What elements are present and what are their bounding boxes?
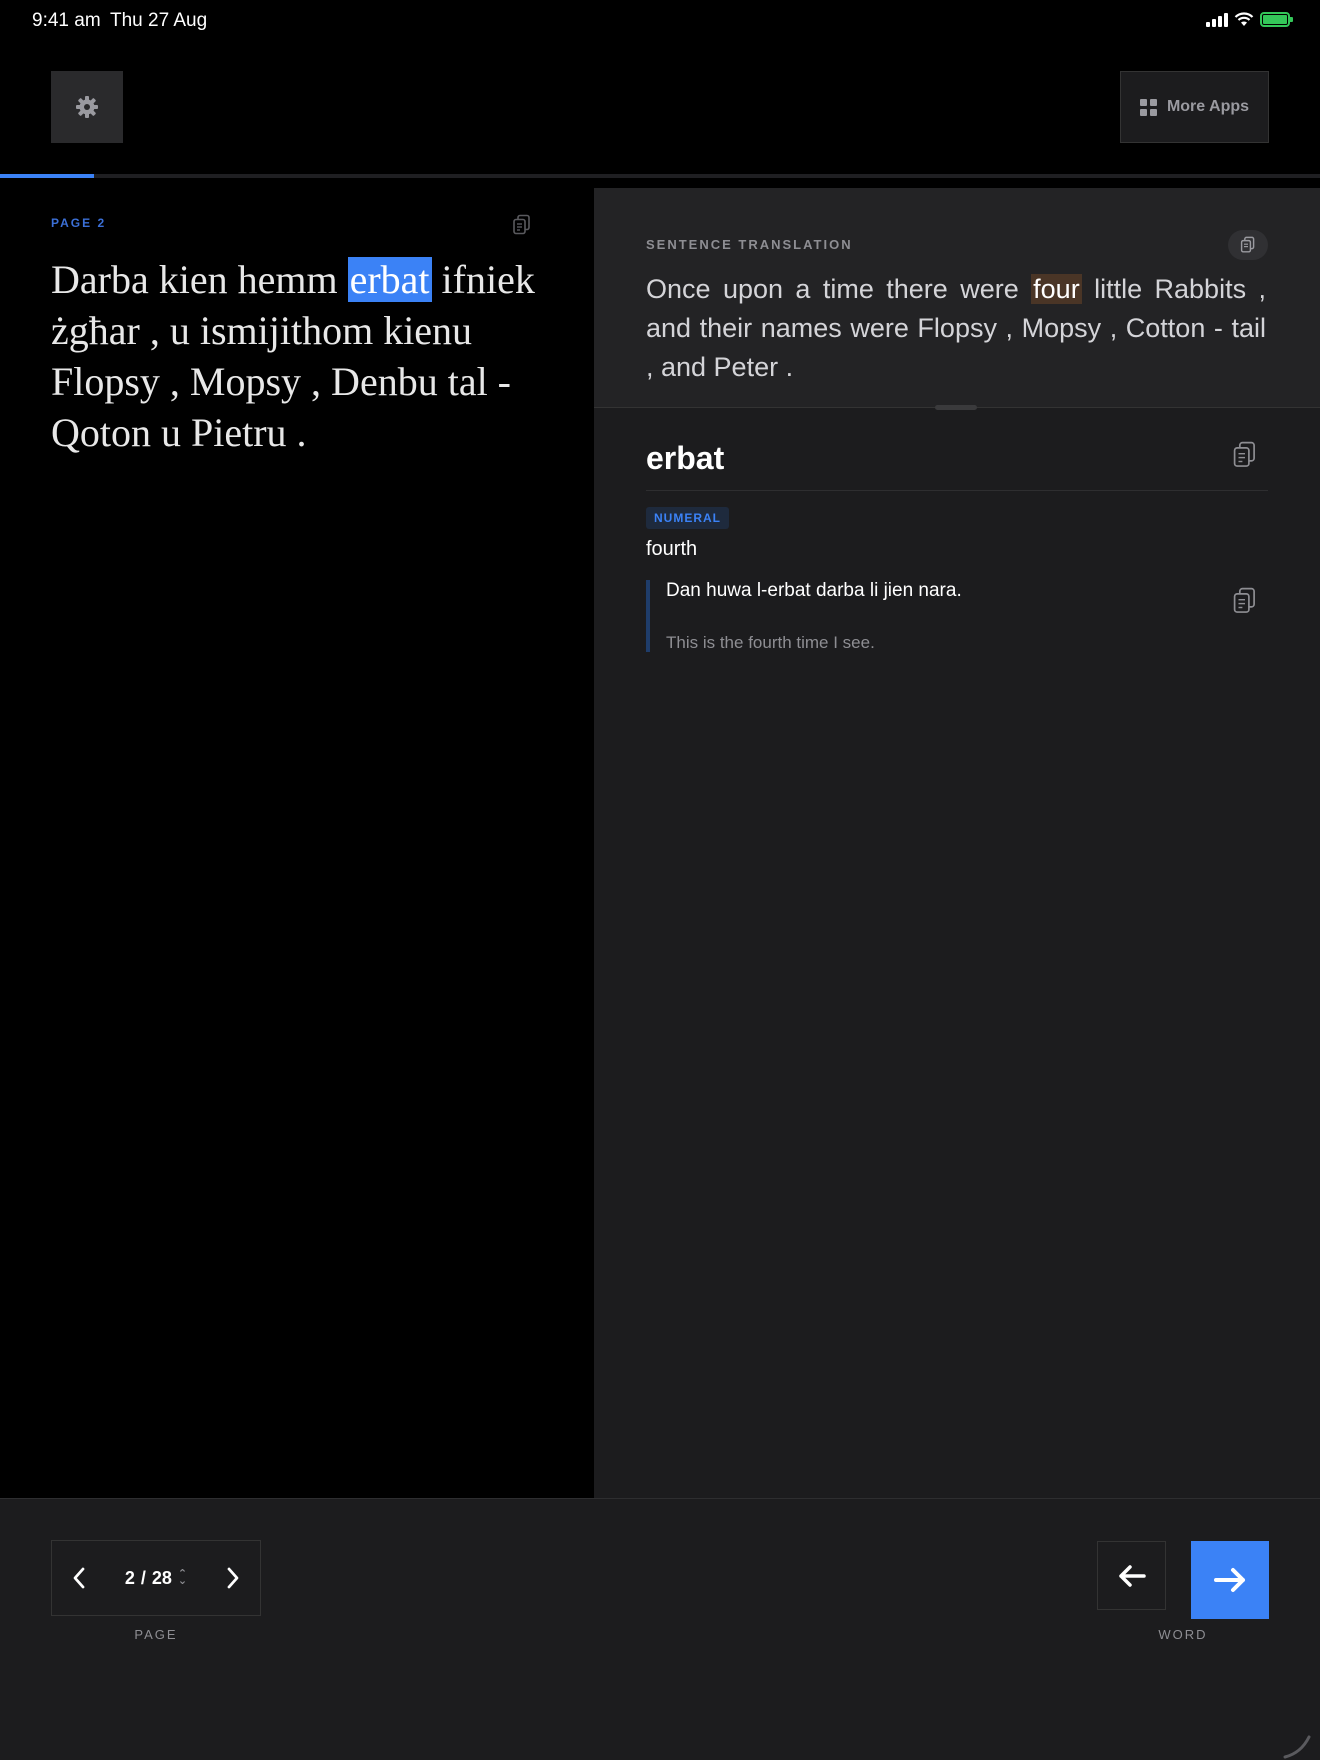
page-label: PAGE 2 bbox=[51, 216, 107, 230]
reading-progress-bar bbox=[0, 174, 1320, 178]
word-caption: WORD bbox=[1158, 1627, 1208, 1642]
next-word-button[interactable] bbox=[1191, 1541, 1269, 1619]
page-caption: PAGE bbox=[134, 1627, 178, 1642]
example-block: Dan huwa l-erbat darba li jien nara. Thi… bbox=[646, 580, 1268, 652]
previous-word-button[interactable] bbox=[1097, 1541, 1166, 1610]
page-selector[interactable]: 2 / 28 ⌃ ⌄ bbox=[125, 1568, 187, 1589]
chevron-left-icon[interactable] bbox=[72, 1567, 86, 1589]
copy-icon bbox=[1240, 236, 1255, 253]
word-title: erbat bbox=[646, 440, 725, 476]
example-sentence: Dan huwa l-erbat darba li jien nara. bbox=[666, 580, 962, 601]
translation-text-before: Once upon a time there were bbox=[646, 274, 1032, 304]
total-pages: 28 bbox=[151, 1567, 172, 1588]
panel-drag-handle[interactable] bbox=[935, 405, 977, 410]
example-translation: This is the fourth time I see. bbox=[666, 633, 875, 652]
status-date: Thu 27 Aug bbox=[110, 10, 208, 31]
status-bar: 9:41 am Thu 27 Aug bbox=[0, 0, 1320, 42]
source-text-before: Darba kien hemm bbox=[51, 257, 348, 302]
grid-icon bbox=[1139, 98, 1157, 116]
source-sentence[interactable]: Darba kien hemm erbat ifniek żgħar , u i… bbox=[51, 254, 551, 458]
resize-handle-icon bbox=[1283, 1735, 1311, 1759]
signal-icon bbox=[1206, 12, 1228, 27]
status-icons bbox=[1206, 12, 1293, 27]
chevron-right-icon[interactable] bbox=[226, 1567, 240, 1589]
copy-icon[interactable] bbox=[512, 214, 532, 241]
gear-icon bbox=[76, 96, 98, 118]
status-time: 9:41 am bbox=[32, 10, 101, 31]
divider bbox=[646, 490, 1268, 491]
word-meaning: fourth bbox=[646, 538, 698, 560]
copy-icon[interactable] bbox=[1232, 440, 1258, 475]
part-of-speech-badge: NUMERAL bbox=[646, 507, 729, 529]
arrow-left-icon bbox=[1118, 1564, 1146, 1587]
source-panel: PAGE 2 Darba kien hemm erbat ifniek żgħa… bbox=[0, 188, 593, 1498]
settings-button[interactable] bbox=[51, 71, 123, 143]
copy-icon[interactable] bbox=[1232, 586, 1258, 621]
current-page: 2 bbox=[124, 1567, 135, 1588]
arrow-right-icon bbox=[1214, 1568, 1245, 1592]
translation-copy-button[interactable] bbox=[1228, 230, 1268, 260]
wifi-icon bbox=[1234, 12, 1254, 26]
battery-icon bbox=[1260, 12, 1293, 27]
chevron-up-down-icon: ⌃ ⌄ bbox=[177, 1568, 188, 1587]
reading-progress-fill bbox=[0, 174, 95, 178]
sentence-translation-section: SENTENCE TRANSLATION Once upon a time th… bbox=[594, 188, 1320, 410]
page-separator: / bbox=[140, 1567, 146, 1588]
translation-highlighted-word: four bbox=[1031, 274, 1082, 304]
more-apps-button[interactable]: More Apps bbox=[1120, 71, 1269, 143]
more-apps-label: More Apps bbox=[1166, 98, 1250, 115]
page-stepper: 2 / 28 ⌃ ⌄ bbox=[51, 1540, 261, 1616]
bottom-navigation-bar: 2 / 28 ⌃ ⌄ PAGE WORD bbox=[0, 1498, 1320, 1760]
translation-panel: SENTENCE TRANSLATION Once upon a time th… bbox=[594, 188, 1320, 1498]
sentence-translation-label: SENTENCE TRANSLATION bbox=[646, 237, 853, 252]
selected-word[interactable]: erbat bbox=[347, 257, 432, 302]
sentence-translation-text: Once upon a time there were four little … bbox=[646, 270, 1266, 387]
